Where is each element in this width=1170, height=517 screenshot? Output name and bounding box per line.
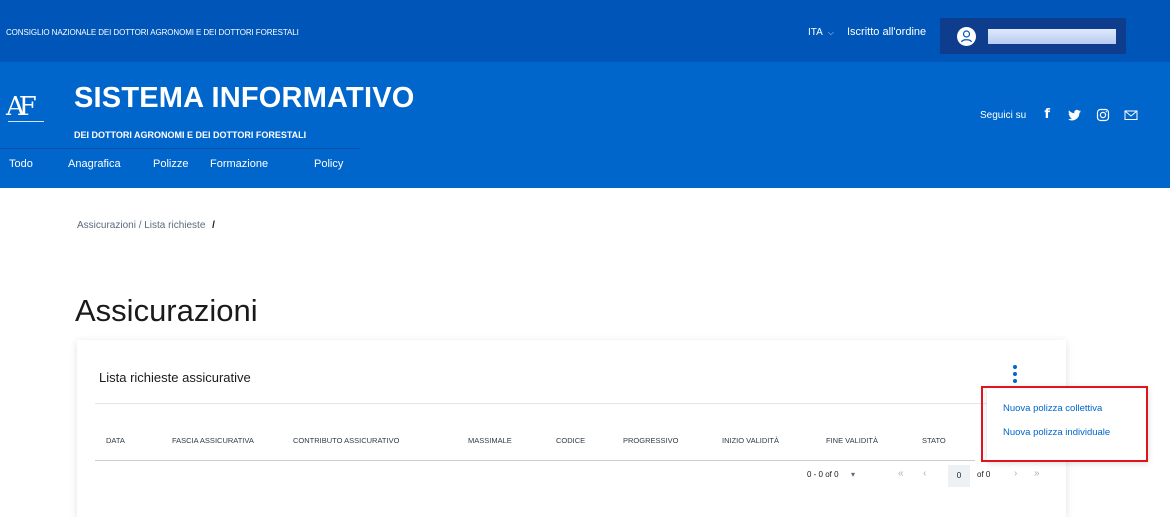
- breadcrumb: Assicurazioni / Lista richieste /: [77, 220, 215, 231]
- language-selector[interactable]: ITA ⌵: [808, 27, 834, 38]
- user-icon: [957, 27, 976, 46]
- column-header-massimale[interactable]: MASSIMALE: [468, 436, 512, 445]
- column-header-inizio[interactable]: INIZIO VALIDITÀ: [722, 436, 779, 445]
- first-page-icon[interactable]: «: [898, 468, 904, 479]
- logo[interactable]: AF: [6, 80, 44, 128]
- social-links: Seguici su f: [980, 108, 1138, 122]
- breadcrumb-separator: /: [212, 220, 215, 231]
- page-size-dropdown-icon[interactable]: ▾: [851, 470, 855, 479]
- column-header-progressivo[interactable]: PROGRESSIVO: [623, 436, 678, 445]
- highlight-box: [981, 386, 1148, 462]
- nav-item-polizze[interactable]: Polizze: [153, 158, 188, 170]
- breadcrumb-path[interactable]: Assicurazioni / Lista richieste: [77, 220, 205, 231]
- mail-icon[interactable]: [1124, 108, 1138, 122]
- header: AF SISTEMA INFORMATIVO DEI DOTTORI AGRON…: [0, 62, 1170, 188]
- user-menu[interactable]: [940, 18, 1126, 54]
- logo-text: AF: [6, 92, 37, 122]
- nav-item-policy[interactable]: Policy: [314, 158, 343, 170]
- total-pages-label: of 0: [977, 470, 991, 479]
- column-header-contributo[interactable]: CONTRIBUTO ASSICURATIVO: [293, 436, 399, 445]
- range-label: 0 - 0 of 0: [807, 470, 839, 479]
- column-header-fine[interactable]: FINE VALIDITÀ: [826, 436, 878, 445]
- logo-underline: [8, 121, 44, 122]
- twitter-icon[interactable]: [1068, 108, 1082, 122]
- chevron-down-icon: ⌵: [827, 28, 834, 37]
- iscritto-link[interactable]: Iscritto all'ordine: [847, 26, 926, 38]
- column-header-fascia[interactable]: FASCIA ASSICURATIVA: [172, 436, 254, 445]
- nav-divider: [0, 148, 360, 149]
- top-bar: CONSIGLIO NAZIONALE DEI DOTTORI AGRONOMI…: [0, 0, 1170, 62]
- language-label: ITA: [808, 27, 823, 38]
- last-page-icon[interactable]: »: [1034, 468, 1040, 479]
- current-page-input[interactable]: 0: [948, 465, 970, 487]
- card-divider: [95, 403, 1065, 404]
- column-header-codice[interactable]: CODICE: [556, 436, 585, 445]
- page-title: Assicurazioni: [75, 293, 258, 328]
- facebook-icon[interactable]: f: [1040, 108, 1054, 122]
- table-header-divider: [95, 460, 975, 461]
- site-title: SISTEMA INFORMATIVO: [74, 82, 415, 114]
- prev-page-icon[interactable]: ‹: [923, 468, 926, 479]
- next-page-icon[interactable]: ›: [1014, 468, 1017, 479]
- nav-item-anagrafica[interactable]: Anagrafica: [68, 158, 121, 170]
- table-header: DATA FASCIA ASSICURATIVA CONTRIBUTO ASSI…: [95, 436, 975, 450]
- nav-item-formazione[interactable]: Formazione: [210, 158, 268, 170]
- instagram-icon[interactable]: [1096, 108, 1110, 122]
- social-label: Seguici su: [980, 109, 1027, 121]
- column-header-stato[interactable]: STATO: [922, 436, 946, 445]
- card-title: Lista richieste assicurative: [99, 370, 251, 385]
- more-options-icon[interactable]: [1009, 365, 1021, 387]
- org-name[interactable]: CONSIGLIO NAZIONALE DEI DOTTORI AGRONOMI…: [6, 28, 299, 37]
- requests-card: Lista richieste assicurative DATA FASCIA…: [77, 340, 1066, 517]
- username-redacted: [988, 29, 1116, 44]
- site-subtitle: DEI DOTTORI AGRONOMI E DEI DOTTORI FORES…: [74, 130, 307, 140]
- column-header-data[interactable]: DATA: [106, 436, 125, 445]
- nav-item-todo[interactable]: Todo: [9, 158, 33, 170]
